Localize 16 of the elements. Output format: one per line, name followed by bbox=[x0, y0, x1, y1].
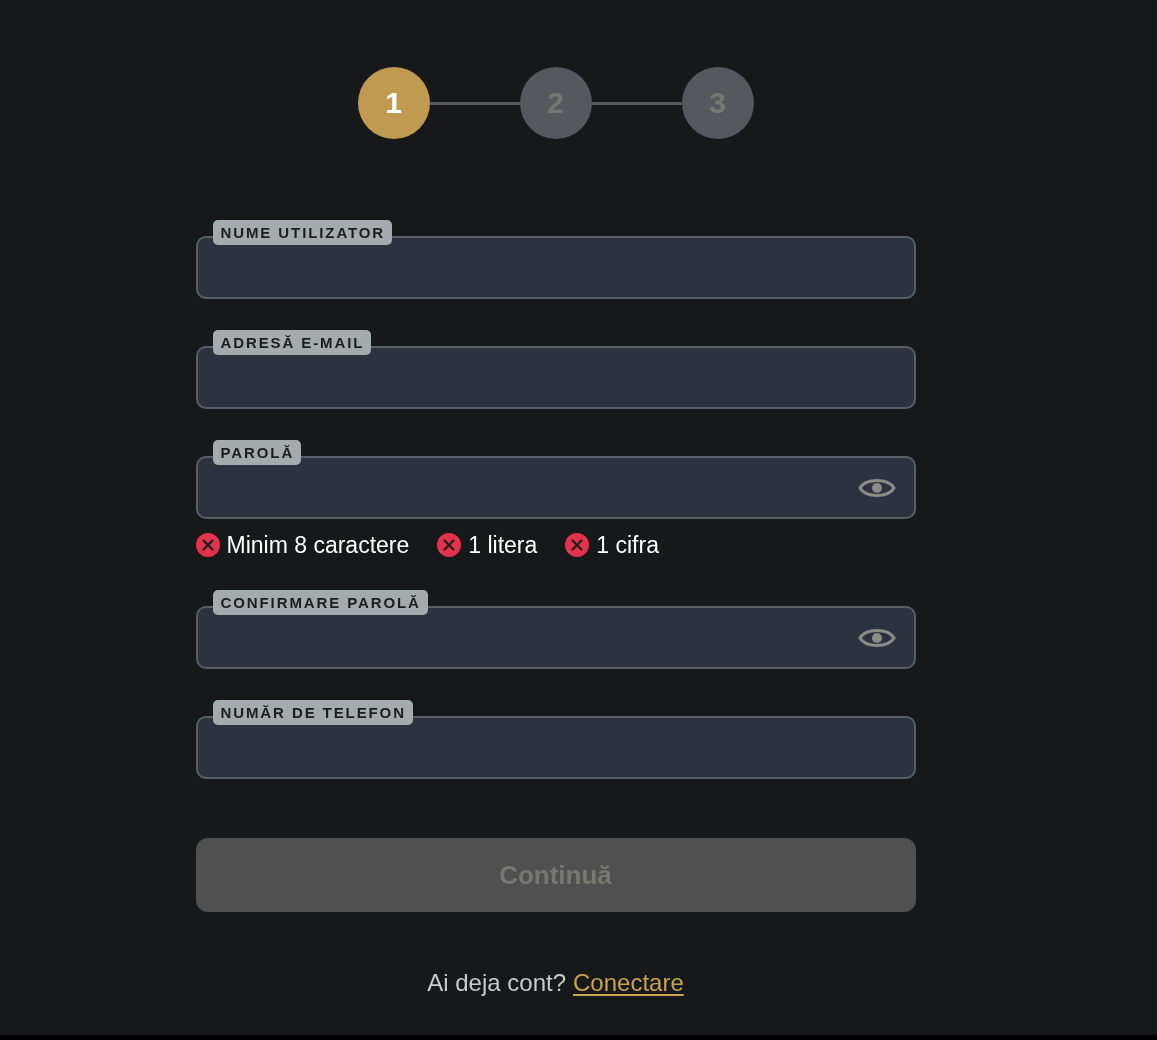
requirement-text: 1 cifra bbox=[596, 531, 659, 559]
sign-in-link[interactable]: Conectare bbox=[573, 968, 684, 998]
field-label: NUME UTILIZATOR bbox=[212, 220, 393, 245]
field-label: ADRESĂ E-MAIL bbox=[212, 330, 372, 355]
step-indicator: 1 bbox=[357, 67, 430, 139]
input-field[interactable] bbox=[195, 346, 916, 409]
input-field[interactable] bbox=[195, 236, 916, 299]
requirement-text: 1 litera bbox=[468, 531, 538, 559]
input-field[interactable] bbox=[195, 716, 916, 779]
input-field[interactable] bbox=[195, 456, 916, 519]
field-label: PAROLĂ bbox=[212, 440, 302, 465]
requirement-text: Minim 8 caractere bbox=[226, 531, 410, 559]
footer-text: Ai deja cont? bbox=[427, 968, 566, 998]
field-label: CONFIRMARE PAROLĂ bbox=[212, 590, 428, 615]
input-field[interactable] bbox=[195, 606, 916, 669]
field-label: NUMĂR DE TELEFON bbox=[212, 700, 413, 725]
